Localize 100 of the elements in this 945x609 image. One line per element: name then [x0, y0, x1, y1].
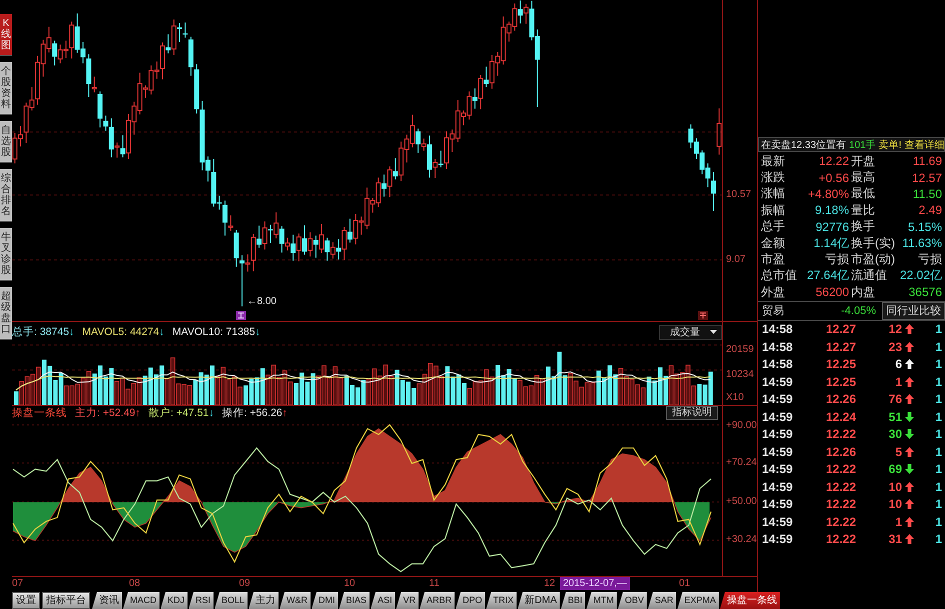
indicator-tab[interactable]: KDJ: [160, 592, 188, 609]
stat-value: 56200: [814, 285, 849, 300]
trade-volume: 51: [888, 410, 902, 424]
indicator-tab[interactable]: 资讯: [92, 592, 122, 609]
trade-volume: 76: [888, 392, 902, 406]
sidebar-tab[interactable]: 个股资料: [0, 62, 12, 115]
trade-extra-value: 1: [934, 497, 943, 512]
indicator-tab[interactable]: BIAS: [339, 592, 370, 609]
indicator-legend-item: 操作: +56.26↑: [222, 406, 288, 420]
rising-candle: [524, 3, 529, 24]
stat-label: 换手: [850, 218, 876, 236]
indicator-tab[interactable]: 新DMA: [518, 592, 560, 609]
sidebar-tab[interactable]: K线图: [0, 14, 12, 56]
stat-value: +0.56: [818, 170, 849, 185]
sidebar-tab[interactable]: 综合排名: [0, 169, 12, 222]
trade-time: 14:59: [762, 532, 794, 546]
stat-label: 市盈(动): [850, 251, 896, 268]
trade-price: 12.27: [824, 340, 856, 354]
stat-value: 1.14亿: [812, 234, 849, 252]
falling-candle: [416, 128, 421, 154]
trade-volume: 6: [894, 357, 902, 372]
rising-candle: [262, 220, 268, 250]
indicator-tab[interactable]: BBI: [560, 592, 586, 609]
trade-price: 12.25: [824, 357, 856, 372]
falling-candle: [382, 174, 387, 198]
stat-value: 亏损: [824, 251, 849, 268]
toolbar-button[interactable]: 指标平台: [42, 592, 90, 609]
time-axis-label: 12: [544, 578, 556, 590]
stat-label: 涨幅: [761, 185, 786, 202]
indicator-tab[interactable]: DPO: [456, 592, 486, 609]
indicator-tab[interactable]: BOLL: [214, 592, 248, 609]
volume-legend-item: MAVOL5: 44274↓: [82, 326, 164, 338]
stat-label: 最高: [850, 169, 876, 186]
indicator-tab[interactable]: 主力: [248, 592, 279, 609]
stat-label: 最低: [850, 185, 876, 202]
time-axis-label: 07: [12, 578, 24, 590]
time-axis-label: 10: [344, 578, 356, 590]
stat-value: 27.64亿: [806, 267, 849, 284]
falling-candle: [256, 225, 262, 248]
sidebar-tab[interactable]: 自选股: [0, 121, 12, 163]
volume-axis-label: 20159: [726, 344, 754, 356]
trade-extra-value: 1: [934, 480, 943, 494]
indicator-tab[interactable]: ARBR: [420, 592, 455, 609]
time-axis-label: 11: [429, 578, 440, 590]
indicator-tab[interactable]: W&R: [280, 592, 311, 609]
trade-time: 14:59: [762, 514, 794, 529]
trade-extra-value: 1: [934, 340, 943, 354]
indicator-tab[interactable]: RSI: [188, 592, 214, 609]
stat-value: 11.50: [912, 186, 942, 201]
indicator-tab[interactable]: SAR: [648, 592, 676, 609]
rising-candle: [114, 142, 120, 158]
trade-price: 12.24: [824, 410, 856, 424]
falling-candle: [392, 158, 398, 180]
rising-candle: [387, 166, 392, 198]
caret-icon: [710, 330, 717, 334]
stat-value: 2.49: [918, 203, 942, 218]
falling-candle: [52, 40, 58, 66]
view-details-link[interactable]: 查看详细: [904, 138, 944, 152]
trade-volume: 10: [888, 480, 902, 494]
stat-label: 换手(实): [850, 234, 896, 252]
rising-candle: [432, 158, 438, 179]
indicator-tab[interactable]: ASI: [370, 592, 396, 609]
rising-candle: [228, 214, 234, 232]
trade-time: 14:59: [762, 410, 794, 424]
indicator-tab[interactable]: 操盘一条线: [720, 592, 780, 609]
industry-compare-button[interactable]: 同行业比较: [882, 302, 945, 320]
toolbar-button[interactable]: 设置: [12, 592, 40, 609]
notice-text: 在卖盘12.33位置有: [761, 138, 846, 152]
trade-price: 12.26: [824, 392, 856, 406]
rising-candle: [421, 138, 426, 152]
trade-price: 12.22: [824, 514, 856, 529]
event-marker-icon[interactable]: [698, 311, 708, 320]
indicator-tab[interactable]: MACD: [123, 592, 160, 609]
trade-price: 12.22: [824, 532, 856, 546]
indicator-tab[interactable]: DMI: [312, 592, 338, 609]
rising-candle: [716, 108, 722, 156]
falling-candle: [347, 218, 352, 244]
indicator-help-button[interactable]: 指标说明: [666, 406, 718, 420]
trade-volume: 31: [888, 532, 902, 546]
indicator-tab[interactable]: VR: [396, 592, 419, 609]
sidebar-tab[interactable]: 超级盘口: [0, 287, 12, 340]
indicator-dropdown[interactable]: 成交量: [659, 324, 722, 340]
trade-price: 12.27: [824, 322, 856, 336]
indicator-tab[interactable]: OBV: [618, 592, 647, 609]
price-axis-label: 9.07: [726, 254, 746, 266]
bearish-area: [675, 502, 710, 541]
sidebar-tab[interactable]: 牛叉诊股: [0, 228, 12, 281]
rising-candle: [342, 226, 347, 260]
trade-extra-value: 1: [934, 514, 943, 529]
indicator-tab[interactable]: EXPMA: [677, 592, 719, 609]
indicator-tab[interactable]: MTM: [586, 592, 617, 609]
rising-candle: [92, 76, 97, 93]
indicator-tab[interactable]: TRIX: [486, 592, 517, 609]
rising-candle: [319, 223, 324, 254]
stat-label: 外盘: [761, 284, 786, 301]
falling-candle: [426, 135, 432, 178]
order-volume: 101手: [849, 138, 876, 152]
trade-time: 14:59: [762, 427, 794, 442]
trade-extra-value: 1: [934, 410, 943, 424]
falling-candle: [120, 134, 126, 158]
